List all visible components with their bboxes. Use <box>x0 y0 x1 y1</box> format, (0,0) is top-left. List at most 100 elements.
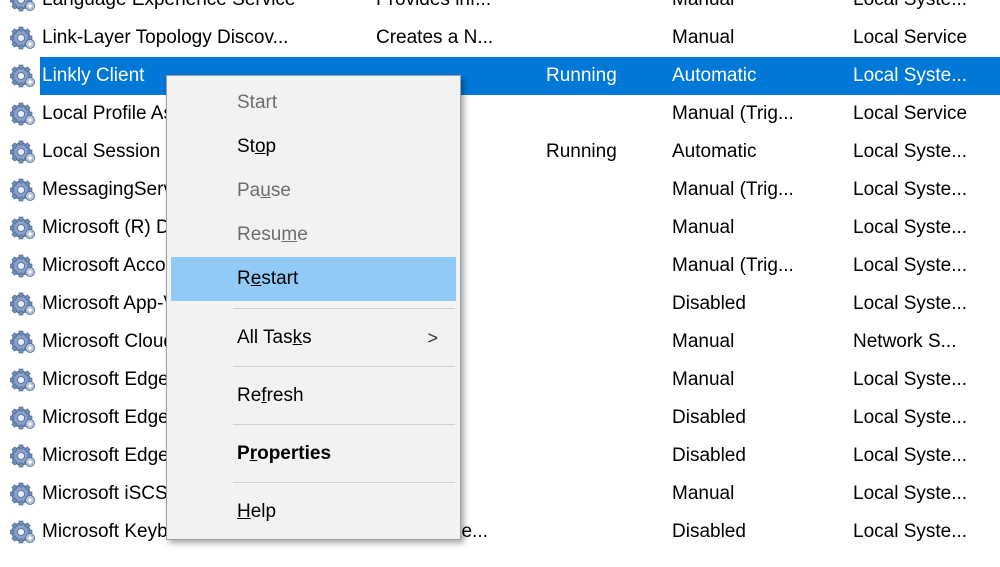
service-log-on-as: Local Syste... <box>853 407 968 428</box>
menu-separator <box>233 308 455 309</box>
service-log-on-as: Network S... <box>853 331 957 352</box>
service-status <box>546 399 656 437</box>
service-startup-type: Manual <box>672 27 735 48</box>
service-status <box>546 475 656 513</box>
menu-item-refresh-label: Refresh <box>237 385 304 406</box>
menu-separator <box>233 366 455 367</box>
service-startup-type: Manual <box>672 217 735 238</box>
service-row[interactable]: Microsoft iSCSI Initiators In...ManualLo… <box>0 475 1000 513</box>
context-menu: Start Stop Pause Resume Restart All Task… <box>166 75 461 540</box>
gear-icon <box>10 285 38 323</box>
service-name: Language Experience Service <box>42 0 368 19</box>
service-status <box>546 323 656 361</box>
service-startup-type: Manual <box>672 369 735 390</box>
service-status <box>546 0 656 19</box>
service-log-on-as: Local Service <box>853 103 968 124</box>
menu-separator <box>233 424 455 425</box>
service-startup-type: Disabled <box>672 407 746 428</box>
service-log-on-as: Local Syste... <box>853 179 968 200</box>
service-startup-type: Manual (Trig... <box>672 103 794 124</box>
service-log-on-as: Local Syste... <box>853 445 968 466</box>
menu-item-pause: Pause <box>171 169 456 213</box>
gear-icon <box>10 209 38 247</box>
service-log-on-as: Local Syste... <box>853 65 968 86</box>
service-name: Link-Layer Topology Discov... <box>42 27 289 48</box>
menu-item-pause-label: Pause <box>237 180 291 201</box>
menu-separator <box>233 482 455 483</box>
service-row[interactable]: Microsoft Account Sign-inuse...Manual (T… <box>0 247 1000 285</box>
menu-item-start-label: Start <box>237 92 278 113</box>
service-description: Creates a N... <box>376 27 494 48</box>
service-status: Running <box>546 65 617 86</box>
gear-icon <box>10 133 38 171</box>
service-status <box>546 513 656 551</box>
service-log-on-as: Local Syste... <box>853 217 968 238</box>
service-log-on-as: Local Syste... <box>853 0 1000 19</box>
service-row[interactable]: Linkly Client Running Automatic Local Syste… <box>0 57 1000 95</box>
service-startup-type: Manual <box>672 331 735 352</box>
gear-icon <box>10 399 38 437</box>
menu-item-refresh[interactable]: Refresh <box>171 374 456 418</box>
service-log-on-as: Local Syste... <box>853 483 968 504</box>
service-log-on-as: Local Syste... <box>853 521 968 542</box>
service-startup-type: Automatic <box>672 141 757 162</box>
service-status: Running <box>546 141 617 162</box>
service-row[interactable]: Link-Layer Topology Discov... Creates a N… <box>0 19 1000 57</box>
gear-icon <box>10 19 38 57</box>
menu-item-stop-label: Stop <box>237 136 277 157</box>
service-status <box>546 209 656 247</box>
service-row[interactable]: MessagingServiceup...Manual (Trig...Loca… <box>0 171 1000 209</box>
gear-icon <box>10 513 38 551</box>
service-status <box>546 95 656 133</box>
service-row[interactable]: Microsoft Edge Elevationicr...ManualLoca… <box>0 361 1000 399</box>
menu-item-stop[interactable]: Stop <box>171 125 456 169</box>
menu-item-resume: Resume <box>171 213 456 257</box>
gear-icon <box>10 323 38 361</box>
service-startup-type: Disabled <box>672 521 746 542</box>
service-row[interactable]: Microsoft App-V Clients A...DisabledLoca… <box>0 285 1000 323</box>
menu-item-restart-label: Restart <box>237 268 299 289</box>
service-status <box>546 437 656 475</box>
service-startup-type: Disabled <box>672 293 746 314</box>
service-description: Provides inf... <box>376 0 536 19</box>
menu-item-start: Start <box>171 81 456 125</box>
service-startup-type: Disabled <box>672 445 746 466</box>
service-log-on-as: Local Syste... <box>853 141 968 162</box>
menu-item-all-tasks[interactable]: All Tasks > <box>171 316 456 360</box>
service-status <box>546 285 656 323</box>
service-log-on-as: Local Syste... <box>853 255 968 276</box>
service-startup-type: Manual <box>672 0 842 19</box>
menu-item-restart[interactable]: Restart <box>171 257 456 301</box>
service-status <box>546 19 656 57</box>
service-log-on-as: Local Syste... <box>853 293 968 314</box>
service-row[interactable]: Microsoft Edge Update Svcur ...DisabledL… <box>0 437 1000 475</box>
service-row[interactable]: Microsoft (R) Diagnostics Hubtics ...Man… <box>0 209 1000 247</box>
service-row[interactable]: Local Profile Assistant Serviceice ...Ma… <box>0 95 1000 133</box>
service-log-on-as: Local Syste... <box>853 369 968 390</box>
gear-icon <box>10 437 38 475</box>
menu-item-resume-label: Resume <box>237 224 308 245</box>
service-startup-type: Manual <box>672 483 735 504</box>
gear-icon <box>10 171 38 209</box>
gear-icon <box>10 95 38 133</box>
service-status <box>546 361 656 399</box>
service-startup-type: Manual (Trig... <box>672 255 794 276</box>
service-startup-type: Manual (Trig... <box>672 179 794 200</box>
service-row[interactable]: Microsoft Edge Updateur ...DisabledLocal… <box>0 399 1000 437</box>
service-log-on-as: Local Service <box>853 27 968 48</box>
service-status <box>546 171 656 209</box>
menu-item-properties-label: Properties <box>237 443 332 464</box>
menu-item-help[interactable]: Help <box>171 490 456 534</box>
gear-icon <box>10 57 38 95</box>
service-row[interactable]: Local Session Managerndo...RunningAutoma… <box>0 133 1000 171</box>
gear-icon <box>10 475 38 513</box>
services-list: Language Experience Service Provides inf.… <box>0 0 1000 567</box>
service-row[interactable]: Microsoft Cloud Identitys int...ManualNe… <box>0 323 1000 361</box>
service-row[interactable]: Language Experience Service Provides inf.… <box>0 0 1000 19</box>
menu-item-properties[interactable]: Properties <box>171 432 456 476</box>
menu-item-all-tasks-label: All Tasks <box>237 327 312 348</box>
chevron-right-icon: > <box>427 328 438 348</box>
service-row[interactable]: Microsoft Keyboard FilterControls ke...D… <box>0 513 1000 551</box>
service-status <box>546 247 656 285</box>
service-startup-type: Automatic <box>672 65 757 86</box>
